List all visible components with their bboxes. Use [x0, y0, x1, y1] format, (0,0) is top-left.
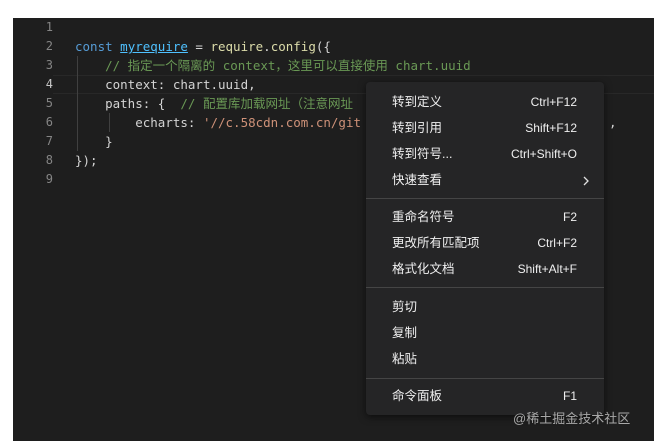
line-number: 7: [45, 134, 53, 148]
menu-item-command-palette[interactable]: 命令面板 F1: [366, 385, 604, 407]
menu-item-label: 转到定义: [392, 95, 443, 109]
menu-item-go-to-references[interactable]: 转到引用 Shift+F12: [366, 117, 604, 139]
chevron-right-icon: [580, 169, 592, 191]
menu-item-label: 格式化文档: [392, 262, 455, 276]
menu-item-label: 复制: [392, 326, 418, 340]
line-number-active: 4: [45, 77, 53, 91]
string-literal: '//c.58cdn.com.cn/git: [202, 115, 361, 130]
menu-item-label: 快速查看: [392, 173, 443, 187]
menu-item-peek[interactable]: 快速查看: [366, 169, 604, 191]
menu-item-label: 粘贴: [392, 352, 418, 366]
menu-item-shortcut: Shift+F12: [525, 121, 577, 135]
line-number: 1: [45, 20, 53, 34]
comment: // 配置库加载网址（注意网址: [180, 96, 353, 111]
menu-item-cut[interactable]: 剪切: [366, 296, 604, 318]
code-text: echarts:: [135, 115, 203, 130]
menu-item-shortcut: F1: [562, 389, 577, 403]
menu-item-label: 命令面板: [392, 389, 443, 403]
menu-separator: [366, 287, 604, 288]
function-config: config: [270, 39, 316, 54]
context-menu: 转到定义 Ctrl+F12 转到引用 Shift+F12 转到符号... Ctr…: [366, 82, 604, 415]
code-text: }: [105, 134, 113, 149]
code-text: context: chart.uuid,: [105, 77, 256, 92]
menu-item-shortcut: Ctrl+Shift+O: [510, 147, 577, 161]
line-number-gutter: 1 2 3 4 5 6 7 8 9: [13, 18, 53, 189]
menu-item-go-to-symbol[interactable]: 转到符号... Ctrl+Shift+O: [366, 143, 604, 165]
variable-myrequire: myrequire: [120, 39, 188, 54]
menu-item-shortcut: Ctrl+F2: [537, 236, 577, 250]
menu-separator: [366, 378, 604, 379]
line-number: 6: [45, 115, 53, 129]
menu-item-label: 剪切: [392, 300, 418, 314]
line-number: 3: [45, 58, 53, 72]
menu-item-label: 转到引用: [392, 121, 443, 135]
menu-item-shortcut: F2: [562, 210, 577, 224]
code-line-2: const myrequire = require.config({: [75, 37, 471, 56]
punctuation: ({: [315, 39, 331, 54]
keyword-const: const: [75, 39, 113, 54]
menu-item-change-all-occurrences[interactable]: 更改所有匹配项 Ctrl+F2: [366, 232, 604, 254]
comment: // 指定一个隔离的 context，这里可以直接使用 chart.uuid: [105, 58, 471, 73]
menu-item-rename-symbol[interactable]: 重命名符号 F2: [366, 206, 604, 228]
menu-item-format-document[interactable]: 格式化文档 Shift+Alt+F: [366, 258, 604, 280]
dot: .: [263, 39, 271, 54]
code-text: paths: {: [105, 96, 181, 111]
identifier-require: require: [210, 39, 264, 54]
line-number: 2: [45, 39, 53, 53]
menu-item-copy[interactable]: 复制: [366, 322, 604, 344]
menu-item-go-to-definition[interactable]: 转到定义 Ctrl+F12: [366, 91, 604, 113]
menu-separator: [366, 198, 604, 199]
code-line-3: // 指定一个隔离的 context，这里可以直接使用 chart.uuid: [75, 56, 471, 75]
code-text: });: [75, 153, 98, 168]
line-number: 5: [45, 96, 53, 110]
menu-item-paste[interactable]: 粘贴: [366, 348, 604, 370]
menu-item-shortcut: Ctrl+F12: [530, 95, 577, 109]
menu-item-label: 转到符号...: [392, 147, 453, 161]
operator: =: [187, 39, 211, 54]
line-number: 9: [45, 172, 53, 186]
menu-item-label: 重命名符号: [392, 210, 455, 224]
menu-item-shortcut: Shift+Alt+F: [517, 262, 577, 276]
line-number: 8: [45, 153, 53, 167]
code-tail: ,: [609, 115, 617, 130]
watermark: @稀土掘金技术社区: [513, 411, 631, 426]
menu-item-label: 更改所有匹配项: [392, 236, 480, 250]
